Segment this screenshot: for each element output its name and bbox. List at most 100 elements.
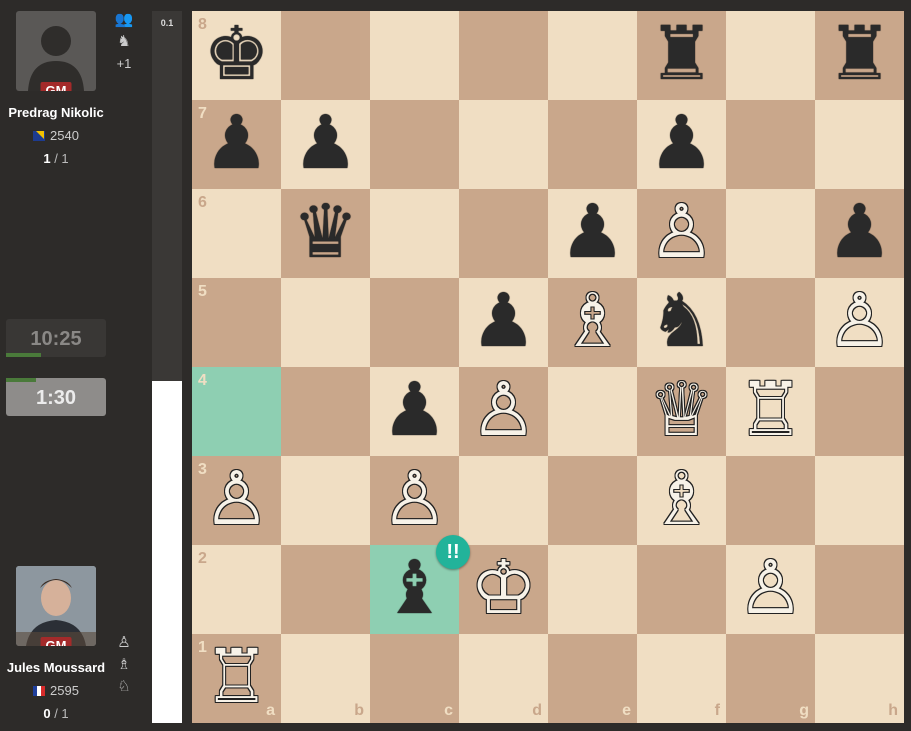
square-d6[interactable] [459,189,548,278]
square-a5[interactable]: 5 [192,278,281,367]
square-g1[interactable]: g [726,634,815,723]
knight-pair-icon: ♞ [117,33,131,50]
square-e4[interactable] [548,367,637,456]
top-player-rating-row: 2540 [0,128,112,143]
square-a4[interactable]: 4 [192,367,281,456]
player-photo [16,566,96,646]
bottom-player-rating-row: 2595 [0,683,112,698]
bottom-player-icons: ♙ ♗ ♘ [113,632,135,698]
black-pawn-e6[interactable]: ♟ [548,189,637,278]
chess-board[interactable]: 8 7 6 5 4 3 2 1 a b c d e f g h ♚ ♜ ♜ ♟ ♟ ♟ ♛ ♟ ♙ ♟ ♟ ♗ ♞ ♙ ♟ ♙ ♕ ♖ ♙ ♙ ♗ ♝ ♔ ♙… [192,11,904,723]
square-d3[interactable] [459,456,548,545]
square-h3[interactable] [815,456,904,545]
white-bishop-e5[interactable]: ♗ [548,278,637,367]
square-d7[interactable] [459,100,548,189]
square-b2[interactable] [281,545,370,634]
square-h4[interactable] [815,367,904,456]
top-player-title-badge: GM [40,82,72,91]
evaluation-bar: 0.1 [152,11,182,723]
extra-count: +1 [116,56,132,71]
square-b3[interactable] [281,456,370,545]
top-player-rating: 2540 [50,128,79,143]
top-player-panel: GM Predrag Nikolic 2540 1 / 1 [0,11,112,166]
square-g5[interactable] [726,278,815,367]
bishop-icon: ♗ [117,656,131,673]
square-c6[interactable] [370,189,459,278]
evaluation-white-fill [152,381,182,723]
square-e8[interactable] [548,11,637,100]
bottom-clock-progress [6,378,36,382]
rank-label: 5 [198,283,207,300]
bottom-player-score: 0 / 1 [43,706,69,721]
evaluation-label: 0.1 [160,18,174,28]
top-player-score: 1 / 1 [43,151,69,166]
square-h7[interactable] [815,100,904,189]
square-g3[interactable] [726,456,815,545]
top-player-avatar[interactable]: GM [16,11,96,91]
black-king-a8[interactable]: ♚ [192,11,281,100]
black-queen-b6[interactable]: ♛ [281,189,370,278]
square-b5[interactable] [281,278,370,367]
file-label: b [354,702,364,719]
file-label: d [532,702,542,719]
top-clock-progress [6,353,41,357]
black-rook-f8[interactable]: ♜ [637,11,726,100]
top-player-name[interactable]: Predrag Nikolic [0,105,112,120]
file-label: f [714,702,720,719]
black-pawn-d5[interactable]: ♟ [459,278,548,367]
pawn-icon: ♙ [117,634,131,651]
bottom-player-avatar[interactable]: GM [16,566,96,646]
file-label: e [622,702,631,719]
white-bishop-f3[interactable]: ♗ [637,456,726,545]
square-h2[interactable] [815,545,904,634]
square-d8[interactable] [459,11,548,100]
bottom-player-name[interactable]: Jules Moussard [0,660,112,675]
black-pawn-c4[interactable]: ♟ [370,367,459,456]
square-e2[interactable] [548,545,637,634]
square-c8[interactable] [370,11,459,100]
square-f2[interactable] [637,545,726,634]
white-pawn-f6[interactable]: ♙ [637,189,726,278]
white-rook-a1[interactable]: ♖ [192,634,281,723]
knight-icon: ♘ [117,678,131,695]
white-pawn-d4[interactable]: ♙ [459,367,548,456]
square-c5[interactable] [370,278,459,367]
black-pawn-b7[interactable]: ♟ [281,100,370,189]
black-knight-f5[interactable]: ♞ [637,278,726,367]
white-queen-f4[interactable]: ♕ [637,367,726,456]
black-pawn-a7[interactable]: ♟ [192,100,281,189]
square-d1[interactable]: d [459,634,548,723]
white-king-d2[interactable]: ♔ [459,545,548,634]
rank-label: 6 [198,194,207,211]
white-pawn-c3[interactable]: ♙ [370,456,459,545]
square-h1[interactable]: h [815,634,904,723]
white-rook-g4[interactable]: ♖ [726,367,815,456]
square-c1[interactable]: c [370,634,459,723]
file-label: g [799,702,809,719]
black-pawn-f7[interactable]: ♟ [637,100,726,189]
square-a2[interactable]: 2 [192,545,281,634]
square-e7[interactable] [548,100,637,189]
rank-label: 2 [198,550,207,567]
flag-france-icon [33,685,46,696]
black-rook-h8[interactable]: ♜ [815,11,904,100]
top-player-clock: 10:25 [6,319,106,357]
square-b1[interactable]: b [281,634,370,723]
square-e3[interactable] [548,456,637,545]
white-pawn-h5[interactable]: ♙ [815,278,904,367]
white-pawn-g2[interactable]: ♙ [726,545,815,634]
rank-label: 4 [198,372,207,389]
square-e1[interactable]: e [548,634,637,723]
square-b8[interactable] [281,11,370,100]
square-g7[interactable] [726,100,815,189]
square-b4[interactable] [281,367,370,456]
square-c7[interactable] [370,100,459,189]
square-f1[interactable]: f [637,634,726,723]
square-a6[interactable]: 6 [192,189,281,278]
square-g6[interactable] [726,189,815,278]
square-g8[interactable] [726,11,815,100]
black-pawn-h6[interactable]: ♟ [815,189,904,278]
bottom-player-panel: GM Jules Moussard 2595 0 / 1 [0,566,112,721]
bottom-player-title-badge: GM [40,637,72,646]
white-pawn-a3[interactable]: ♙ [192,456,281,545]
